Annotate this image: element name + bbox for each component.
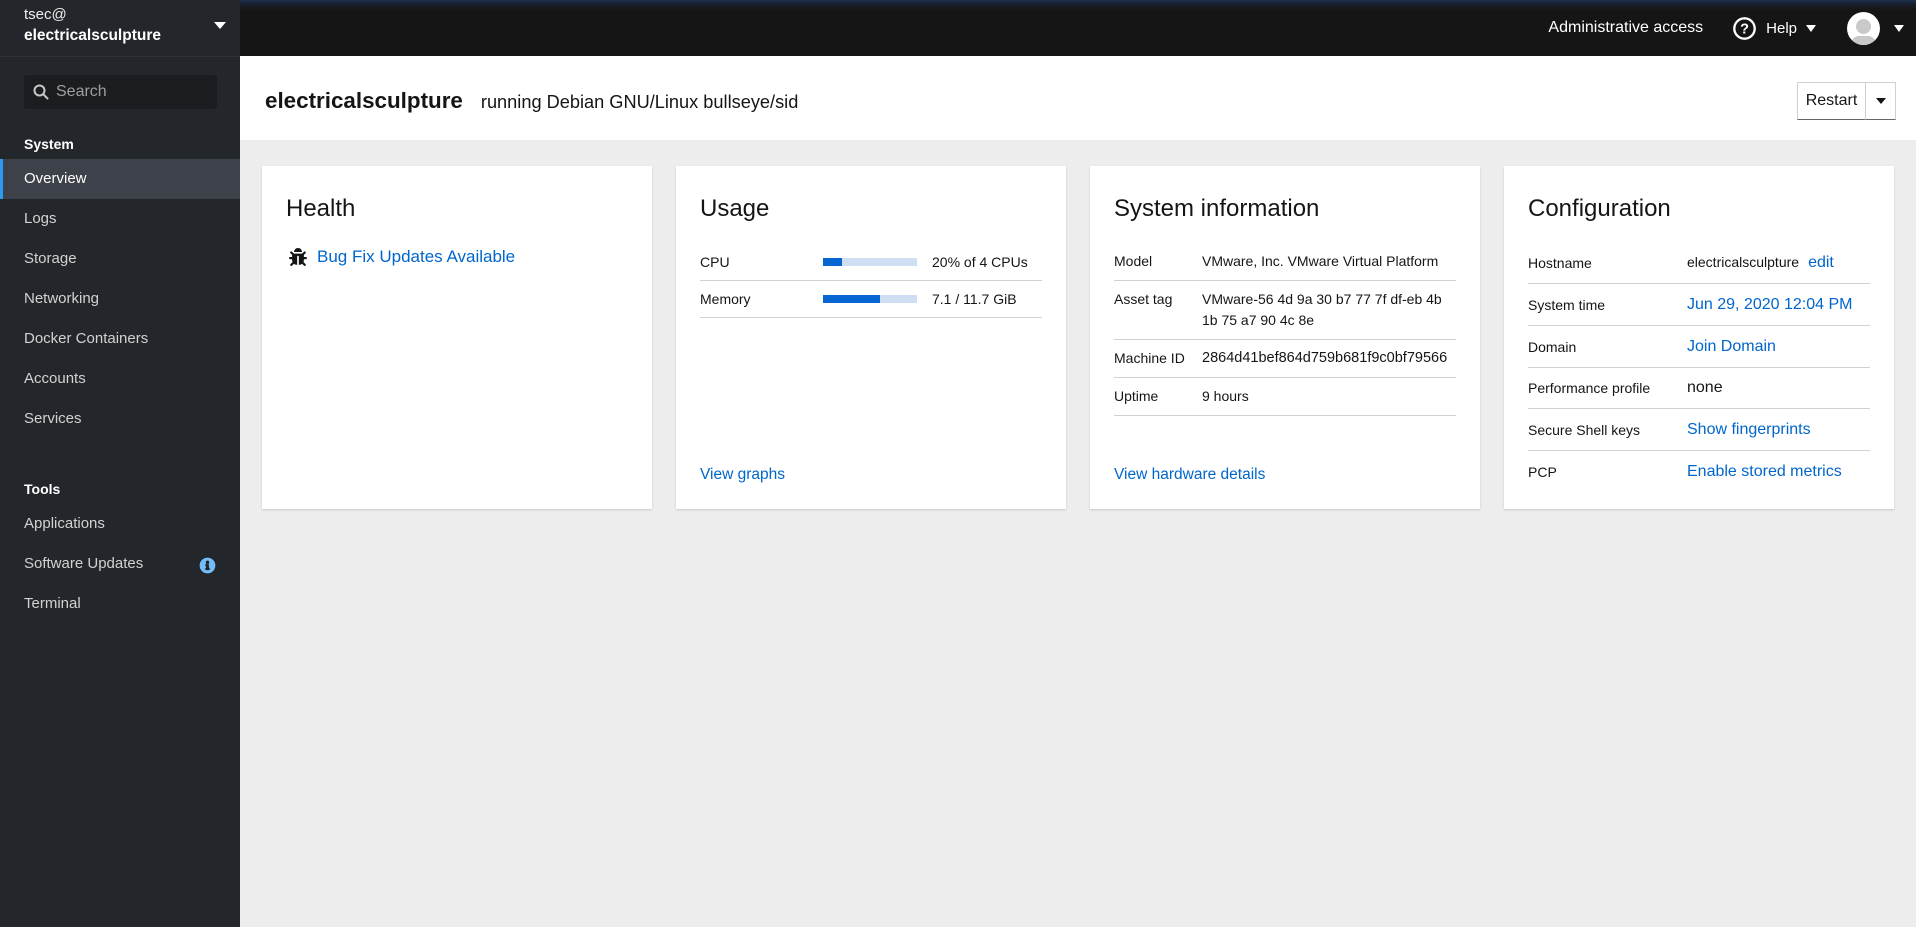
svg-text:?: ? bbox=[1740, 21, 1749, 37]
